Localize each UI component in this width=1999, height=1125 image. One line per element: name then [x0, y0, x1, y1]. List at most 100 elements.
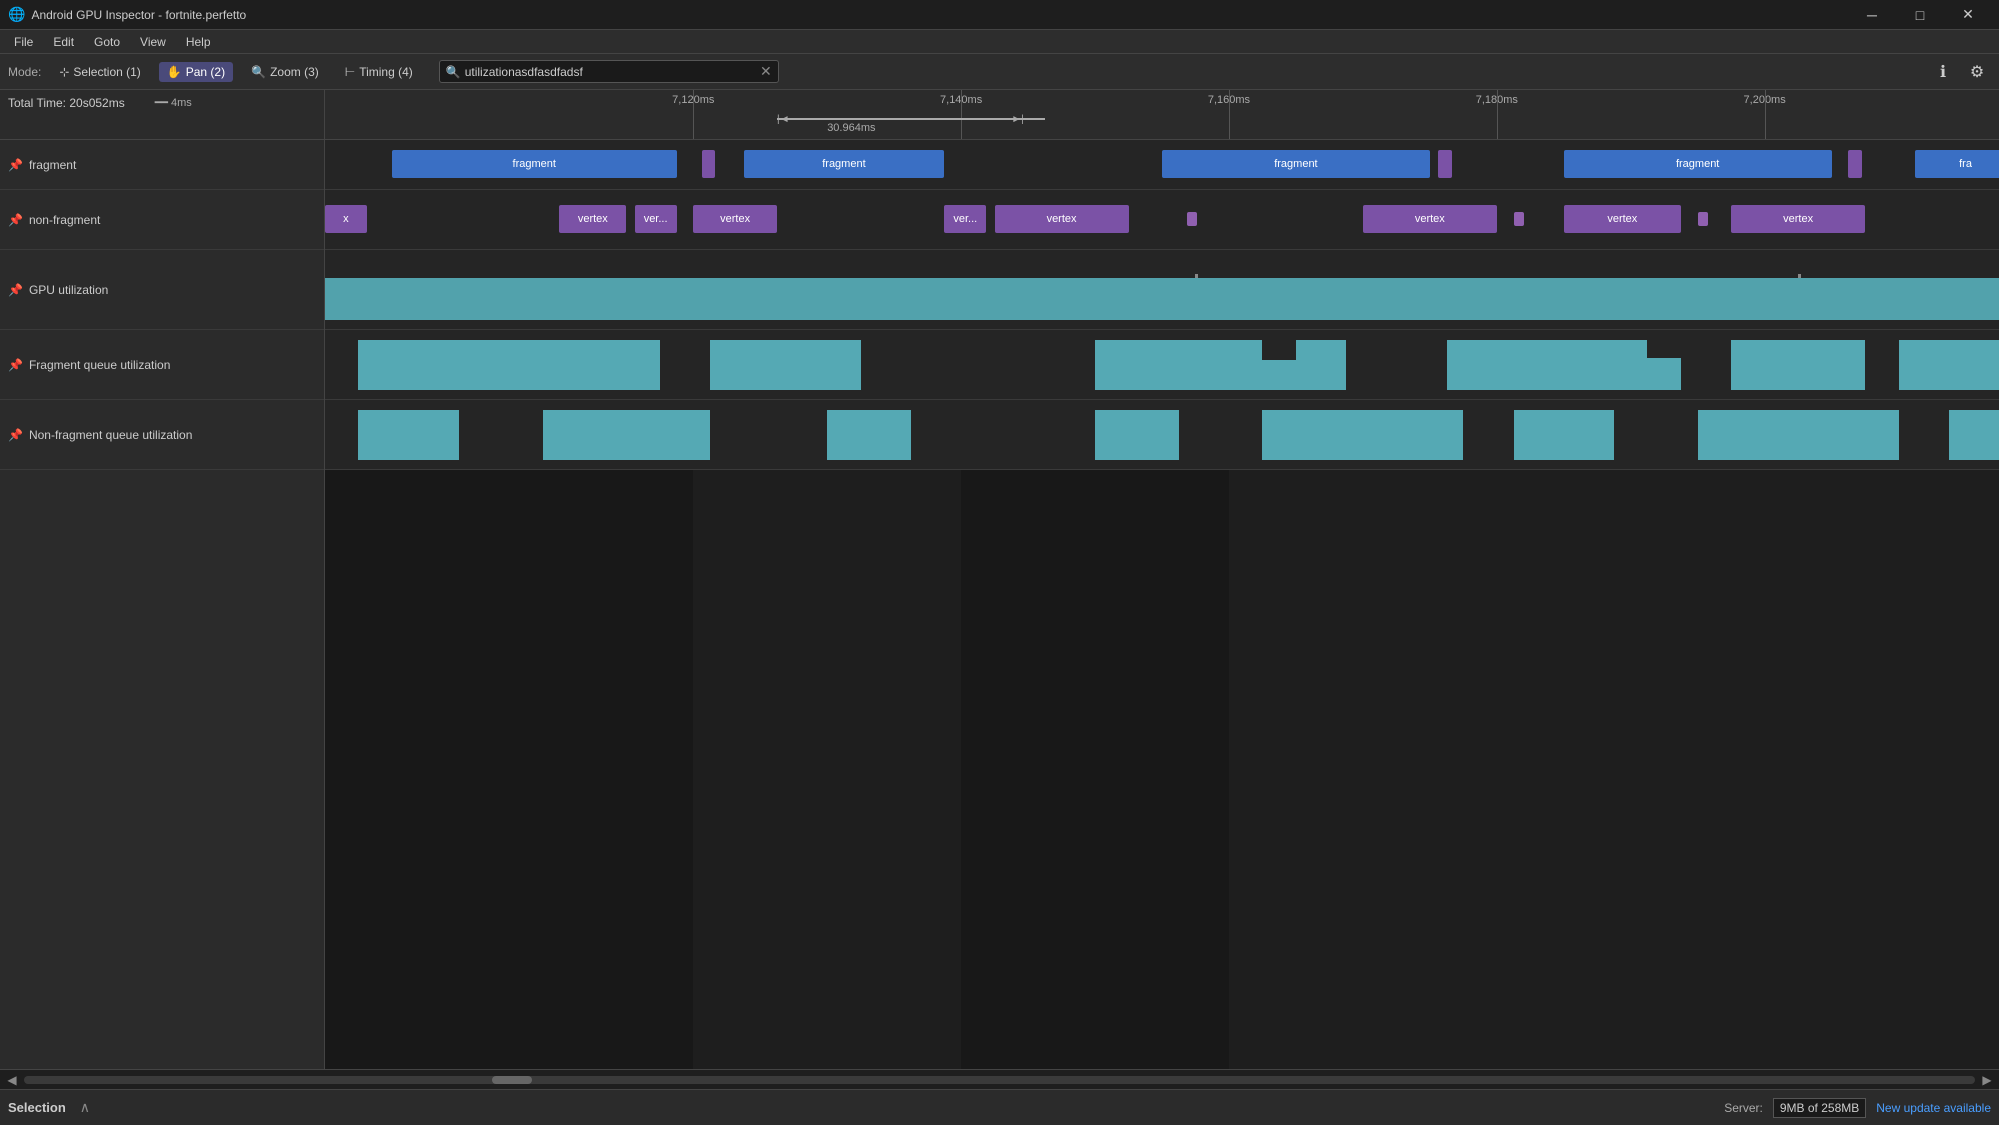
info-button[interactable]: ℹ [1929, 58, 1957, 86]
frag-queue-bar3b [1262, 360, 1295, 390]
track-label-fragment: 📌 fragment [0, 140, 324, 190]
close-button[interactable]: ✕ [1945, 0, 1991, 30]
nonfrag-queue-bar2 [543, 410, 710, 460]
new-update-link[interactable]: New update available [1876, 1101, 1991, 1115]
fragment-seg-5[interactable]: fra [1915, 150, 1999, 178]
toolbar: Mode: ⊹ Selection (1) ✋ Pan (2) 🔍 Zoom (… [0, 54, 1999, 90]
fragment-seg-1[interactable]: fragment [392, 150, 677, 178]
mode-pan[interactable]: ✋ Pan (2) [159, 62, 233, 82]
nonfrag-seg-2[interactable]: vertex [559, 205, 626, 233]
menu-file[interactable]: File [4, 33, 43, 51]
scroll-right-button[interactable]: ▶ [1979, 1073, 1995, 1087]
fragment-seg-3[interactable]: fragment [1162, 150, 1430, 178]
nonfrag-queue-bar4 [1095, 410, 1179, 460]
nonfrag-seg-9[interactable]: vertex [1731, 205, 1865, 233]
frag-queue-gap1 [660, 340, 710, 390]
gpu-utilization-track-label: GPU utilization [29, 283, 108, 297]
nonfrag-seg-6[interactable]: vertex [995, 205, 1129, 233]
mode-zoom[interactable]: 🔍 Zoom (3) [243, 62, 327, 82]
frag-queue-gap2 [861, 340, 1095, 390]
nonfrag-seg-3[interactable]: ver... [635, 205, 677, 233]
label-column: Total Time: 20s052ms ━━ 4ms 📌 fragment 📌… [0, 90, 325, 1069]
frag-queue-bar5 [1447, 340, 1648, 390]
fragment-seg-4[interactable]: fragment [1564, 150, 1832, 178]
nonfrag-seg-4[interactable]: vertex [693, 205, 777, 233]
non-fragment-track[interactable]: x vertex ver... vertex ver... vertex ver… [325, 190, 1999, 250]
nonfrag-queue-gap2 [710, 410, 827, 460]
scrollbar-track[interactable] [24, 1076, 1975, 1084]
frag-queue-bar6 [1731, 340, 1865, 390]
frag-queue-gap4 [1681, 340, 1731, 390]
nonfrag-seg-marker3[interactable] [1698, 212, 1708, 226]
nonfrag-seg-8[interactable]: vertex [1564, 205, 1681, 233]
nonfrag-queue-gap4 [1179, 410, 1263, 460]
search-input[interactable] [465, 65, 760, 79]
fragment-queue-track[interactable] [325, 330, 1999, 400]
server-info: Server: 9MB of 258MB New update availabl… [1724, 1098, 1991, 1118]
fragment-seg-2[interactable]: fragment [744, 150, 945, 178]
nonfrag-queue-gap6 [1614, 410, 1698, 460]
selection-section: Selection ∧ [8, 1099, 90, 1116]
toolbar-right: ℹ ⚙ [1929, 58, 1991, 86]
nonfrag-seg-5[interactable]: ver... [944, 205, 986, 233]
frag-queue-bar5b [1647, 358, 1680, 390]
selection-label: Selection (1) [73, 65, 140, 79]
collapse-button[interactable]: ∧ [80, 1099, 90, 1116]
gpu-utilization-track[interactable] [325, 250, 1999, 330]
pin-non-fragment-icon[interactable]: 📌 [8, 213, 23, 227]
fragment-seg-marker1[interactable] [702, 150, 715, 178]
bottom-bar: Selection ∧ Server: 9MB of 258MB New upd… [0, 1089, 1999, 1125]
zoom-icon: 🔍 [251, 65, 266, 79]
titlebar-left: 🌐 Android GPU Inspector - fortnite.perfe… [8, 6, 246, 23]
fragment-queue-track-label: Fragment queue utilization [29, 358, 170, 372]
nonfrag-seg-marker1[interactable] [1187, 212, 1197, 226]
track-label-fragment-queue: 📌 Fragment queue utilization [0, 330, 324, 400]
pan-label: Pan (2) [186, 65, 225, 79]
frag-queue-bar2 [710, 340, 861, 390]
pin-frag-queue-icon[interactable]: 📌 [8, 358, 23, 372]
fragment-seg-marker3[interactable] [1848, 150, 1861, 178]
search-clear-button[interactable]: ✕ [760, 63, 772, 80]
pin-fragment-icon[interactable]: 📌 [8, 158, 23, 172]
gpu-util-dot2 [1798, 274, 1801, 278]
menu-edit[interactable]: Edit [43, 33, 84, 51]
frag-queue-bar4 [1296, 340, 1346, 390]
nonfrag-seg-1[interactable]: x [325, 205, 367, 233]
frag-queue-gap5 [1865, 340, 1898, 390]
menu-goto[interactable]: Goto [84, 33, 130, 51]
selection-range-bar [777, 118, 1045, 120]
settings-button[interactable]: ⚙ [1963, 58, 1991, 86]
non-fragment-queue-track[interactable] [325, 400, 1999, 470]
nonfrag-seg-marker2[interactable] [1514, 212, 1524, 226]
titlebar: 🌐 Android GPU Inspector - fortnite.perfe… [0, 0, 1999, 30]
timeline-content[interactable]: 7,120ms 7,140ms 7,160ms 7,180ms 7,200ms [325, 90, 1999, 1069]
minimize-button[interactable]: ─ [1849, 0, 1895, 30]
maximize-button[interactable]: □ [1897, 0, 1943, 30]
pin-non-frag-queue-icon[interactable]: 📌 [8, 428, 23, 442]
pin-gpu-util-icon[interactable]: 📌 [8, 283, 23, 297]
track-label-non-fragment-queue: 📌 Non-fragment queue utilization [0, 400, 324, 470]
non-fragment-track-label: non-fragment [29, 213, 100, 227]
track-label-gpu-utilization: 📌 GPU utilization [0, 250, 324, 330]
mode-selection[interactable]: ⊹ Selection (1) [51, 62, 148, 82]
scroll-left-button[interactable]: ◀ [4, 1073, 20, 1087]
menu-view[interactable]: View [130, 33, 176, 51]
time-ruler: 7,120ms 7,140ms 7,160ms 7,180ms 7,200ms [325, 90, 1999, 140]
frag-queue-notch1 [1262, 340, 1295, 360]
nonfrag-seg-7[interactable]: vertex [1363, 205, 1497, 233]
fragment-track-label: fragment [29, 158, 76, 172]
scale-label: ━━ 4ms [155, 96, 192, 109]
fragment-track[interactable]: fragment fragment fragment fragment fra [325, 140, 1999, 190]
pan-icon: ✋ [167, 65, 182, 79]
main-area: Total Time: 20s052ms ━━ 4ms 📌 fragment 📌… [0, 90, 1999, 1069]
scrollbar-thumb[interactable] [492, 1076, 532, 1084]
track-label-non-fragment: 📌 non-fragment [0, 190, 324, 250]
mode-timing[interactable]: ⊢ Timing (4) [337, 62, 421, 82]
menu-help[interactable]: Help [176, 33, 221, 51]
search-container: 🔍 ✕ [439, 60, 779, 83]
fragment-seg-marker2[interactable] [1438, 150, 1451, 178]
nonfrag-queue-gap5 [1463, 410, 1513, 460]
selection-right-arrow: ►| [1011, 114, 1024, 125]
empty-track-area [325, 470, 1999, 1069]
selection-title: Selection [8, 1100, 66, 1115]
